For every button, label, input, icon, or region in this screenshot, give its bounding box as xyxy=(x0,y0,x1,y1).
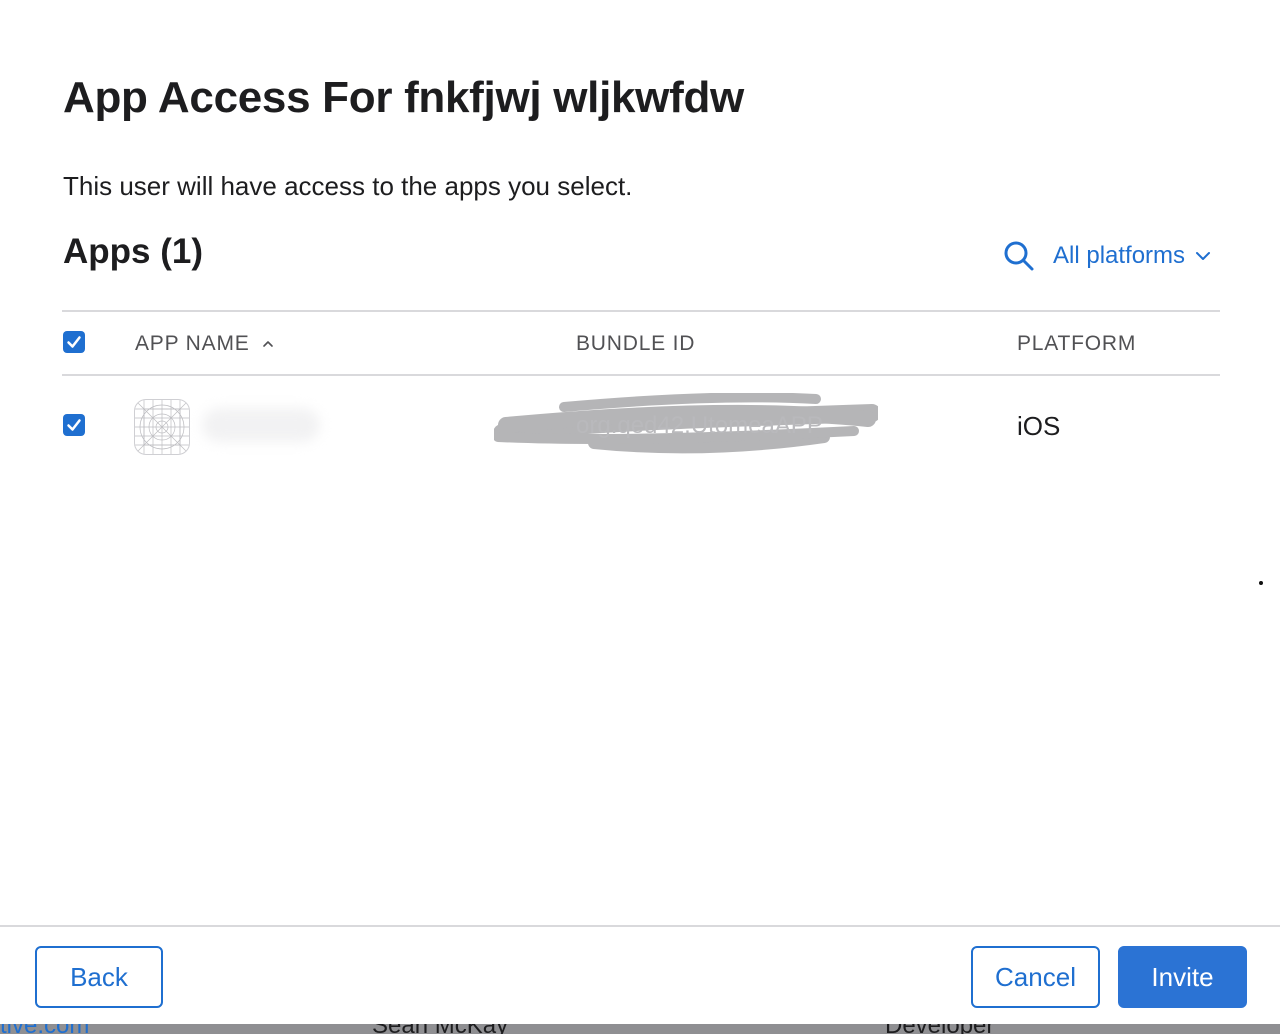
chevron-down-icon xyxy=(1196,252,1211,260)
sort-ascending-icon xyxy=(262,341,273,347)
invite-button[interactable]: Invite xyxy=(1118,946,1247,1008)
app-name-redacted xyxy=(202,408,320,442)
cancel-button[interactable]: Cancel xyxy=(971,946,1100,1008)
column-header-bundle-id: BUNDLE ID xyxy=(576,332,696,355)
column-header-platform: PLATFORM xyxy=(1017,332,1137,355)
platform-cell: iOS xyxy=(1017,411,1061,441)
background-user-name: Sean McKay xyxy=(372,1024,508,1034)
column-header-app-name-label: APP NAME xyxy=(135,332,250,355)
footer-divider xyxy=(0,925,1280,927)
app-icon-placeholder xyxy=(134,399,190,455)
dialog-subtitle: This user will have access to the apps y… xyxy=(63,171,633,201)
checkmark-icon xyxy=(67,419,81,431)
apps-section-title: Apps (1) xyxy=(63,232,203,271)
table-header-divider xyxy=(62,374,1220,376)
background-user-list: tive.com Sean McKay Developer xyxy=(0,1024,1280,1034)
table-top-divider xyxy=(62,310,1220,312)
dialog-title: App Access For fnkfjwj wljkwfdw xyxy=(63,73,744,122)
background-user-role: Developer xyxy=(885,1024,994,1034)
bundle-id-cell: org.qed42.UtomeaAPP xyxy=(576,412,823,439)
row-checkbox[interactable] xyxy=(63,414,85,436)
stray-dot xyxy=(1259,581,1263,585)
select-all-checkbox[interactable] xyxy=(63,331,85,353)
search-icon[interactable] xyxy=(1003,240,1035,272)
column-header-app-name[interactable]: APP NAME xyxy=(135,331,274,357)
background-email-fragment: tive.com xyxy=(0,1024,89,1034)
platform-filter-label: All platforms xyxy=(1053,242,1186,269)
app-access-dialog: App Access For fnkfjwj wljkwfdw This use… xyxy=(0,0,1280,1024)
checkmark-icon xyxy=(67,336,81,348)
platform-filter-dropdown[interactable]: All platforms xyxy=(1053,240,1211,272)
back-button[interactable]: Back xyxy=(35,946,163,1008)
